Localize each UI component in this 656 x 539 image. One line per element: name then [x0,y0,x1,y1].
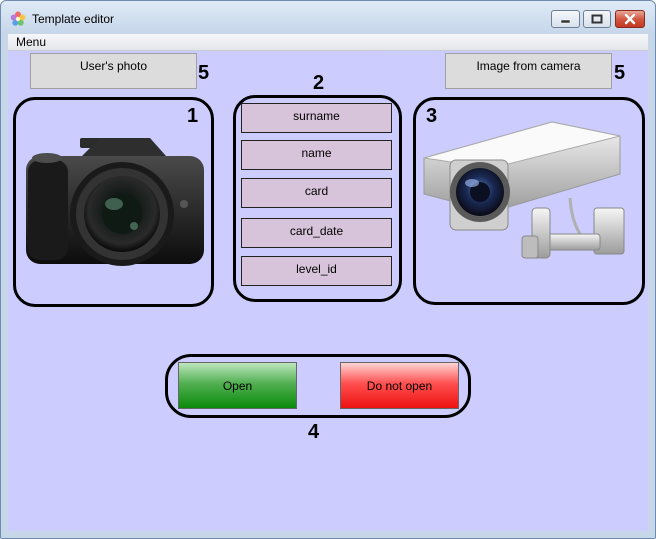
flower-app-icon [10,11,26,26]
callout-4-buttons: 4 [308,421,320,443]
minimize-button[interactable] [551,10,580,28]
template-canvas: User's photo 5 Image from camera 5 2 1 s… [8,51,648,531]
field-level-id[interactable]: level_id [241,256,392,286]
callout-2-fields: 2 [313,72,325,94]
maximize-button[interactable] [583,10,611,28]
minimize-icon [552,11,579,27]
field-card-date[interactable]: card_date [241,218,392,248]
dslr-camera-icon [26,138,204,266]
field-card[interactable]: card [241,178,392,208]
menu-item-menu[interactable]: Menu [16,35,46,49]
callout-1-photo: 1 [187,105,199,127]
callout-5-photo-label: 5 [198,62,210,84]
template-editor-window: Template editor Menu User's photo 5 Imag… [0,0,656,539]
close-icon [616,11,644,27]
window-title: Template editor [32,12,115,26]
camera-image-frame[interactable] [413,97,645,305]
field-surname[interactable]: surname [241,103,392,133]
open-button[interactable]: Open [178,362,297,409]
image-from-camera-label[interactable]: Image from camera [445,53,612,89]
callout-5-camera-label: 5 [614,62,626,84]
callout-3-camera: 3 [426,105,438,127]
users-photo-label[interactable]: User's photo [30,53,197,89]
security-camera-icon [423,121,625,259]
user-photo-frame[interactable] [13,97,214,307]
close-button[interactable] [615,10,645,28]
field-name[interactable]: name [241,140,392,170]
menu-bar: Menu [8,34,648,51]
do-not-open-button[interactable]: Do not open [340,362,459,409]
title-bar[interactable]: Template editor [1,1,655,34]
maximize-icon [584,11,610,27]
